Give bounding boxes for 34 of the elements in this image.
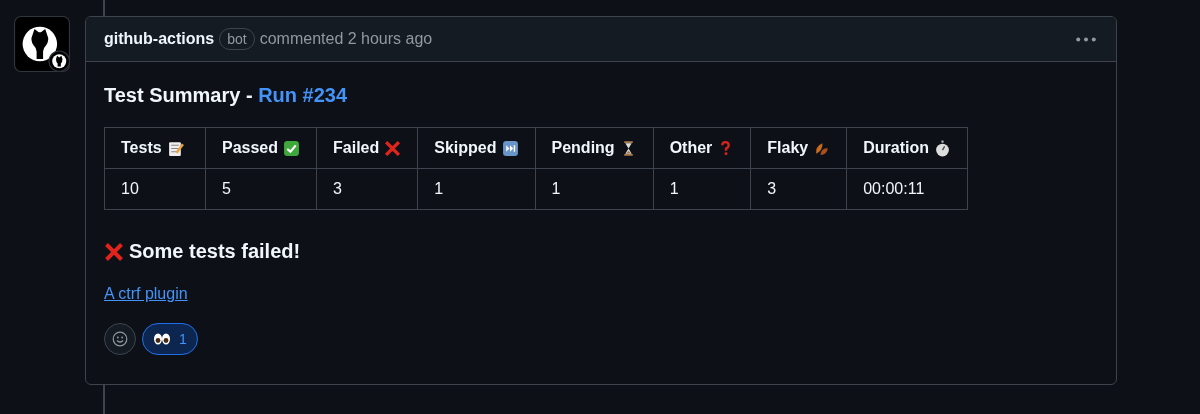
table-cell: 3 xyxy=(316,168,418,210)
table-cell: 00:00:11 xyxy=(846,168,968,210)
cross-icon xyxy=(384,139,402,157)
github-avatar-icon[interactable] xyxy=(14,16,70,72)
eyes-icon xyxy=(153,333,171,345)
smiley-icon xyxy=(112,331,128,347)
stopwatch-icon xyxy=(934,139,951,157)
summary-title: Test Summary - xyxy=(104,84,254,106)
column-header: Failed xyxy=(333,139,380,157)
status-heading: Some tests failed! xyxy=(129,240,301,263)
memo-icon xyxy=(166,139,184,157)
table-cell: 1 xyxy=(653,168,751,210)
column-header: Flaky xyxy=(767,139,809,157)
table-cell: 5 xyxy=(205,168,317,210)
column-header: Pending xyxy=(551,139,615,157)
eyes-reaction-button[interactable]: 1 xyxy=(142,323,198,355)
author-name[interactable]: github-actions xyxy=(104,30,215,48)
table-cell: 1 xyxy=(417,168,535,210)
column-header: Other xyxy=(669,139,713,157)
cross-icon xyxy=(104,241,124,262)
column-header: Passed xyxy=(222,139,279,157)
column-header: Skipped xyxy=(434,139,497,157)
add-reaction-button[interactable] xyxy=(104,323,136,355)
table-cell: 3 xyxy=(750,168,847,210)
plugin-link[interactable]: A ctrf plugin xyxy=(104,285,188,303)
more-options-icon[interactable] xyxy=(1076,36,1096,42)
skip-icon xyxy=(501,139,519,157)
table-cell: 10 xyxy=(104,168,206,210)
check-icon xyxy=(283,139,301,157)
column-header: Duration xyxy=(863,139,929,157)
comment-time: commented 2 hours ago xyxy=(259,30,433,48)
table-cell: 1 xyxy=(535,168,654,210)
run-link[interactable]: Run #234 xyxy=(258,84,348,106)
column-header: Tests xyxy=(121,139,162,157)
